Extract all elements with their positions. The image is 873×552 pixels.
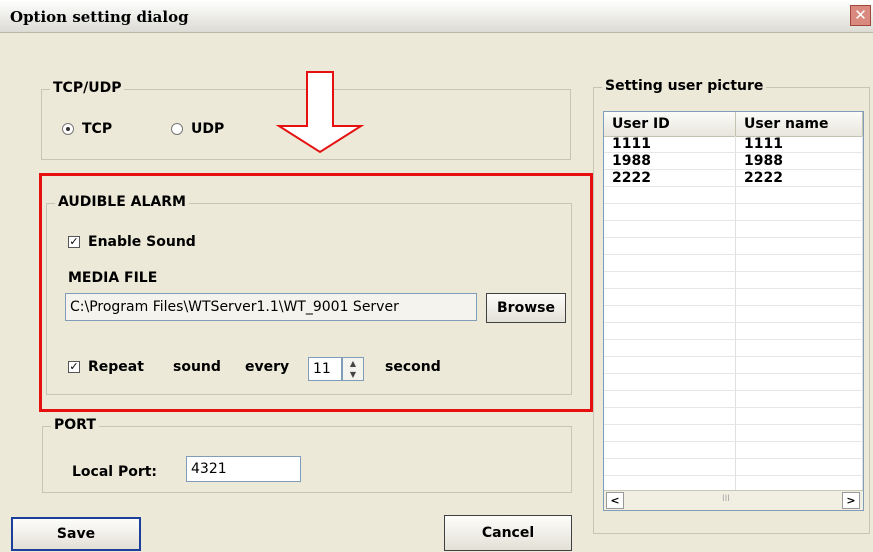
column-header-user-name[interactable]: User name [736,112,863,136]
cell-user-name: 1111 [736,136,863,152]
udp-radio[interactable]: UDP [171,121,224,137]
empty-cell [736,459,863,475]
tcp-udp-legend: TCP/UDP [50,80,125,96]
empty-row [604,272,863,289]
horizontal-scrollbar[interactable]: < III > [604,490,863,510]
empty-row [604,204,863,221]
cancel-button[interactable]: Cancel [444,515,572,551]
table-header: User ID User name [604,112,863,137]
tcp-radio[interactable]: TCP [62,121,112,137]
empty-cell [736,221,863,237]
empty-cell [736,425,863,441]
cell-user-name: 1988 [736,153,863,169]
empty-row [604,289,863,306]
empty-cell [736,340,863,356]
empty-cell [736,187,863,203]
empty-row [604,459,863,476]
table-body: 1111 1111 1988 1988 2222 2222 [604,136,863,493]
empty-row [604,187,863,204]
empty-cell [736,323,863,339]
title-bar: Option setting dialog ✕ [0,0,873,33]
close-icon: ✕ [854,6,867,24]
empty-row [604,408,863,425]
cell-user-id: 1111 [604,136,736,152]
local-port-label: Local Port: [72,464,158,480]
empty-cell [604,204,736,220]
cell-user-id: 1988 [604,153,736,169]
empty-cell [736,374,863,390]
empty-cell [736,204,863,220]
user-table[interactable]: User ID User name 1111 1111 1988 1988 22… [603,111,864,511]
empty-row [604,255,863,272]
save-button[interactable]: Save [11,517,141,551]
empty-row [604,442,863,459]
empty-row [604,238,863,255]
empty-row [604,340,863,357]
scroll-left-icon[interactable]: < [606,492,624,509]
empty-cell [604,340,736,356]
udp-radio-label: UDP [191,121,225,137]
empty-cell [736,408,863,424]
highlight-box [39,173,593,412]
empty-cell [736,306,863,322]
empty-cell [604,374,736,390]
empty-row [604,221,863,238]
empty-row [604,391,863,408]
local-port-field[interactable]: 4321 [186,456,301,482]
empty-cell [736,391,863,407]
empty-cell [604,425,736,441]
empty-cell [604,272,736,288]
scroll-right-icon[interactable]: > [842,492,860,509]
table-row[interactable]: 2222 2222 [604,170,863,187]
port-legend: PORT [51,417,99,433]
empty-cell [604,323,736,339]
empty-cell [604,187,736,203]
empty-cell [736,357,863,373]
table-row[interactable]: 1988 1988 [604,153,863,170]
user-picture-legend: Setting user picture [602,78,767,94]
empty-cell [604,255,736,271]
port-group: PORT [42,417,572,493]
empty-cell [736,442,863,458]
udp-radio-dot [171,123,183,135]
empty-row [604,374,863,391]
empty-cell [604,391,736,407]
empty-row [604,425,863,442]
empty-row [604,357,863,374]
table-row[interactable]: 1111 1111 [604,136,863,153]
empty-cell [604,442,736,458]
empty-cell [736,272,863,288]
close-button[interactable]: ✕ [850,5,871,26]
scroll-grip-icon[interactable]: III [722,494,730,504]
empty-cell [604,408,736,424]
empty-cell [604,238,736,254]
empty-cell [736,255,863,271]
empty-cell [604,289,736,305]
column-header-user-id[interactable]: User ID [604,112,736,136]
cell-user-name: 2222 [736,170,863,186]
empty-row [604,306,863,323]
empty-row [604,323,863,340]
empty-cell [604,459,736,475]
down-arrow-icon [275,71,365,154]
window-title: Option setting dialog [10,8,189,26]
empty-cell [604,306,736,322]
empty-cell [736,289,863,305]
empty-cell [604,357,736,373]
cell-user-id: 2222 [604,170,736,186]
empty-cell [736,238,863,254]
empty-cell [604,221,736,237]
tcp-radio-dot [62,123,74,135]
tcp-radio-label: TCP [82,121,113,137]
